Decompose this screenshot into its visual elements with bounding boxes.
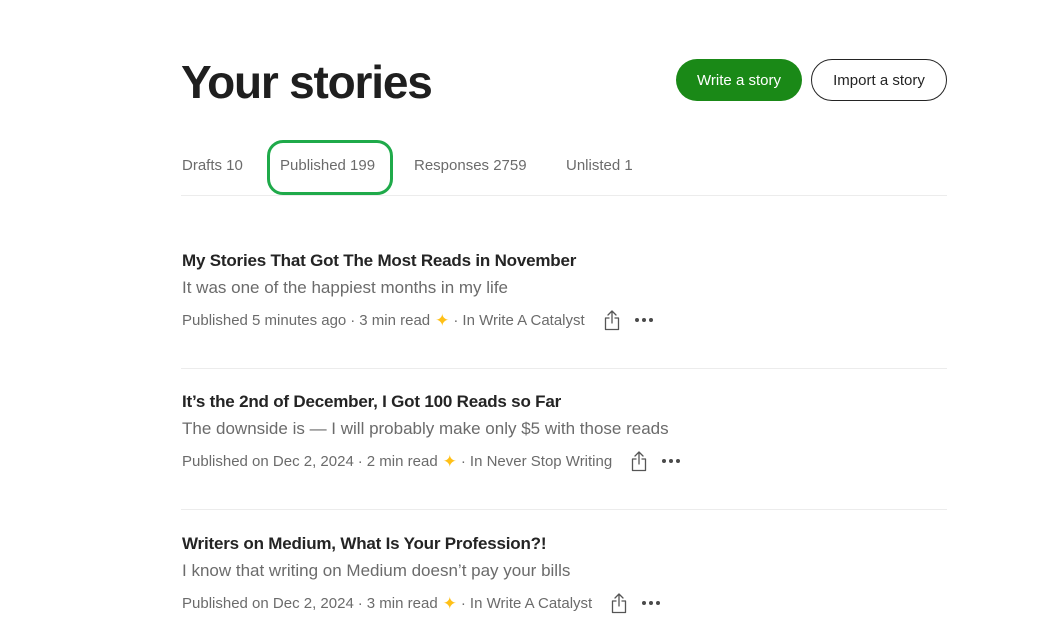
story-publication-link[interactable]: In Write A Catalyst xyxy=(462,312,584,329)
story-meta: Published 5 minutes ago · 3 min read ✦ ·… xyxy=(182,309,653,331)
meta-separator: · xyxy=(460,594,466,612)
story-published-date: Published 5 minutes ago xyxy=(182,311,347,329)
import-story-button[interactable]: Import a story xyxy=(811,59,947,101)
story-read-time: 2 min read xyxy=(366,452,438,470)
story-published-date: Published on Dec 2, 2024 xyxy=(182,452,354,470)
story-item: It’s the 2nd of December, I Got 100 Read… xyxy=(181,392,947,482)
story-subtitle[interactable]: The downside is — I will probably make o… xyxy=(182,419,669,439)
member-star-icon: ✦ xyxy=(435,310,450,330)
tab-responses[interactable]: Responses 2759 xyxy=(414,157,527,174)
stories-tabs: Drafts 10 Published 199 Responses 2759 U… xyxy=(181,140,947,196)
write-story-button[interactable]: Write a story xyxy=(676,59,802,101)
more-options-icon[interactable] xyxy=(642,595,661,611)
meta-separator: · xyxy=(357,594,363,612)
more-options-icon[interactable] xyxy=(634,312,653,328)
tab-drafts[interactable]: Drafts 10 xyxy=(182,157,243,174)
story-publication-link[interactable]: In Write A Catalyst xyxy=(470,595,592,612)
member-star-icon: ✦ xyxy=(442,593,457,613)
meta-separator: · xyxy=(357,452,363,470)
story-meta: Published on Dec 2, 2024 · 3 min read ✦ … xyxy=(182,592,661,614)
story-subtitle[interactable]: It was one of the happiest months in my … xyxy=(182,278,508,298)
share-icon[interactable] xyxy=(610,592,628,614)
story-read-time: 3 min read xyxy=(366,594,438,612)
story-read-time: 3 min read xyxy=(359,311,431,329)
meta-separator: · xyxy=(453,311,459,329)
page-title: Your stories xyxy=(181,56,433,108)
story-publication-link[interactable]: In Never Stop Writing xyxy=(470,453,612,470)
tab-published[interactable]: Published 199 xyxy=(280,157,375,174)
story-divider xyxy=(181,509,947,510)
story-title[interactable]: My Stories That Got The Most Reads in No… xyxy=(182,251,576,271)
story-meta: Published on Dec 2, 2024 · 2 min read ✦ … xyxy=(182,450,681,472)
story-subtitle[interactable]: I know that writing on Medium doesn’t pa… xyxy=(182,561,570,581)
story-title[interactable]: Writers on Medium, What Is Your Professi… xyxy=(182,534,546,554)
share-icon[interactable] xyxy=(630,450,648,472)
story-item: My Stories That Got The Most Reads in No… xyxy=(181,251,947,341)
meta-separator: · xyxy=(350,311,356,329)
share-icon[interactable] xyxy=(603,309,621,331)
more-options-icon[interactable] xyxy=(662,453,681,469)
story-divider xyxy=(181,368,947,369)
meta-separator: · xyxy=(460,452,466,470)
story-title[interactable]: It’s the 2nd of December, I Got 100 Read… xyxy=(182,392,561,412)
member-star-icon: ✦ xyxy=(442,451,457,471)
story-published-date: Published on Dec 2, 2024 xyxy=(182,594,354,612)
tab-unlisted[interactable]: Unlisted 1 xyxy=(566,157,633,174)
story-item: Writers on Medium, What Is Your Professi… xyxy=(181,534,947,624)
your-stories-page: Your stories Write a story Import a stor… xyxy=(0,0,1062,644)
